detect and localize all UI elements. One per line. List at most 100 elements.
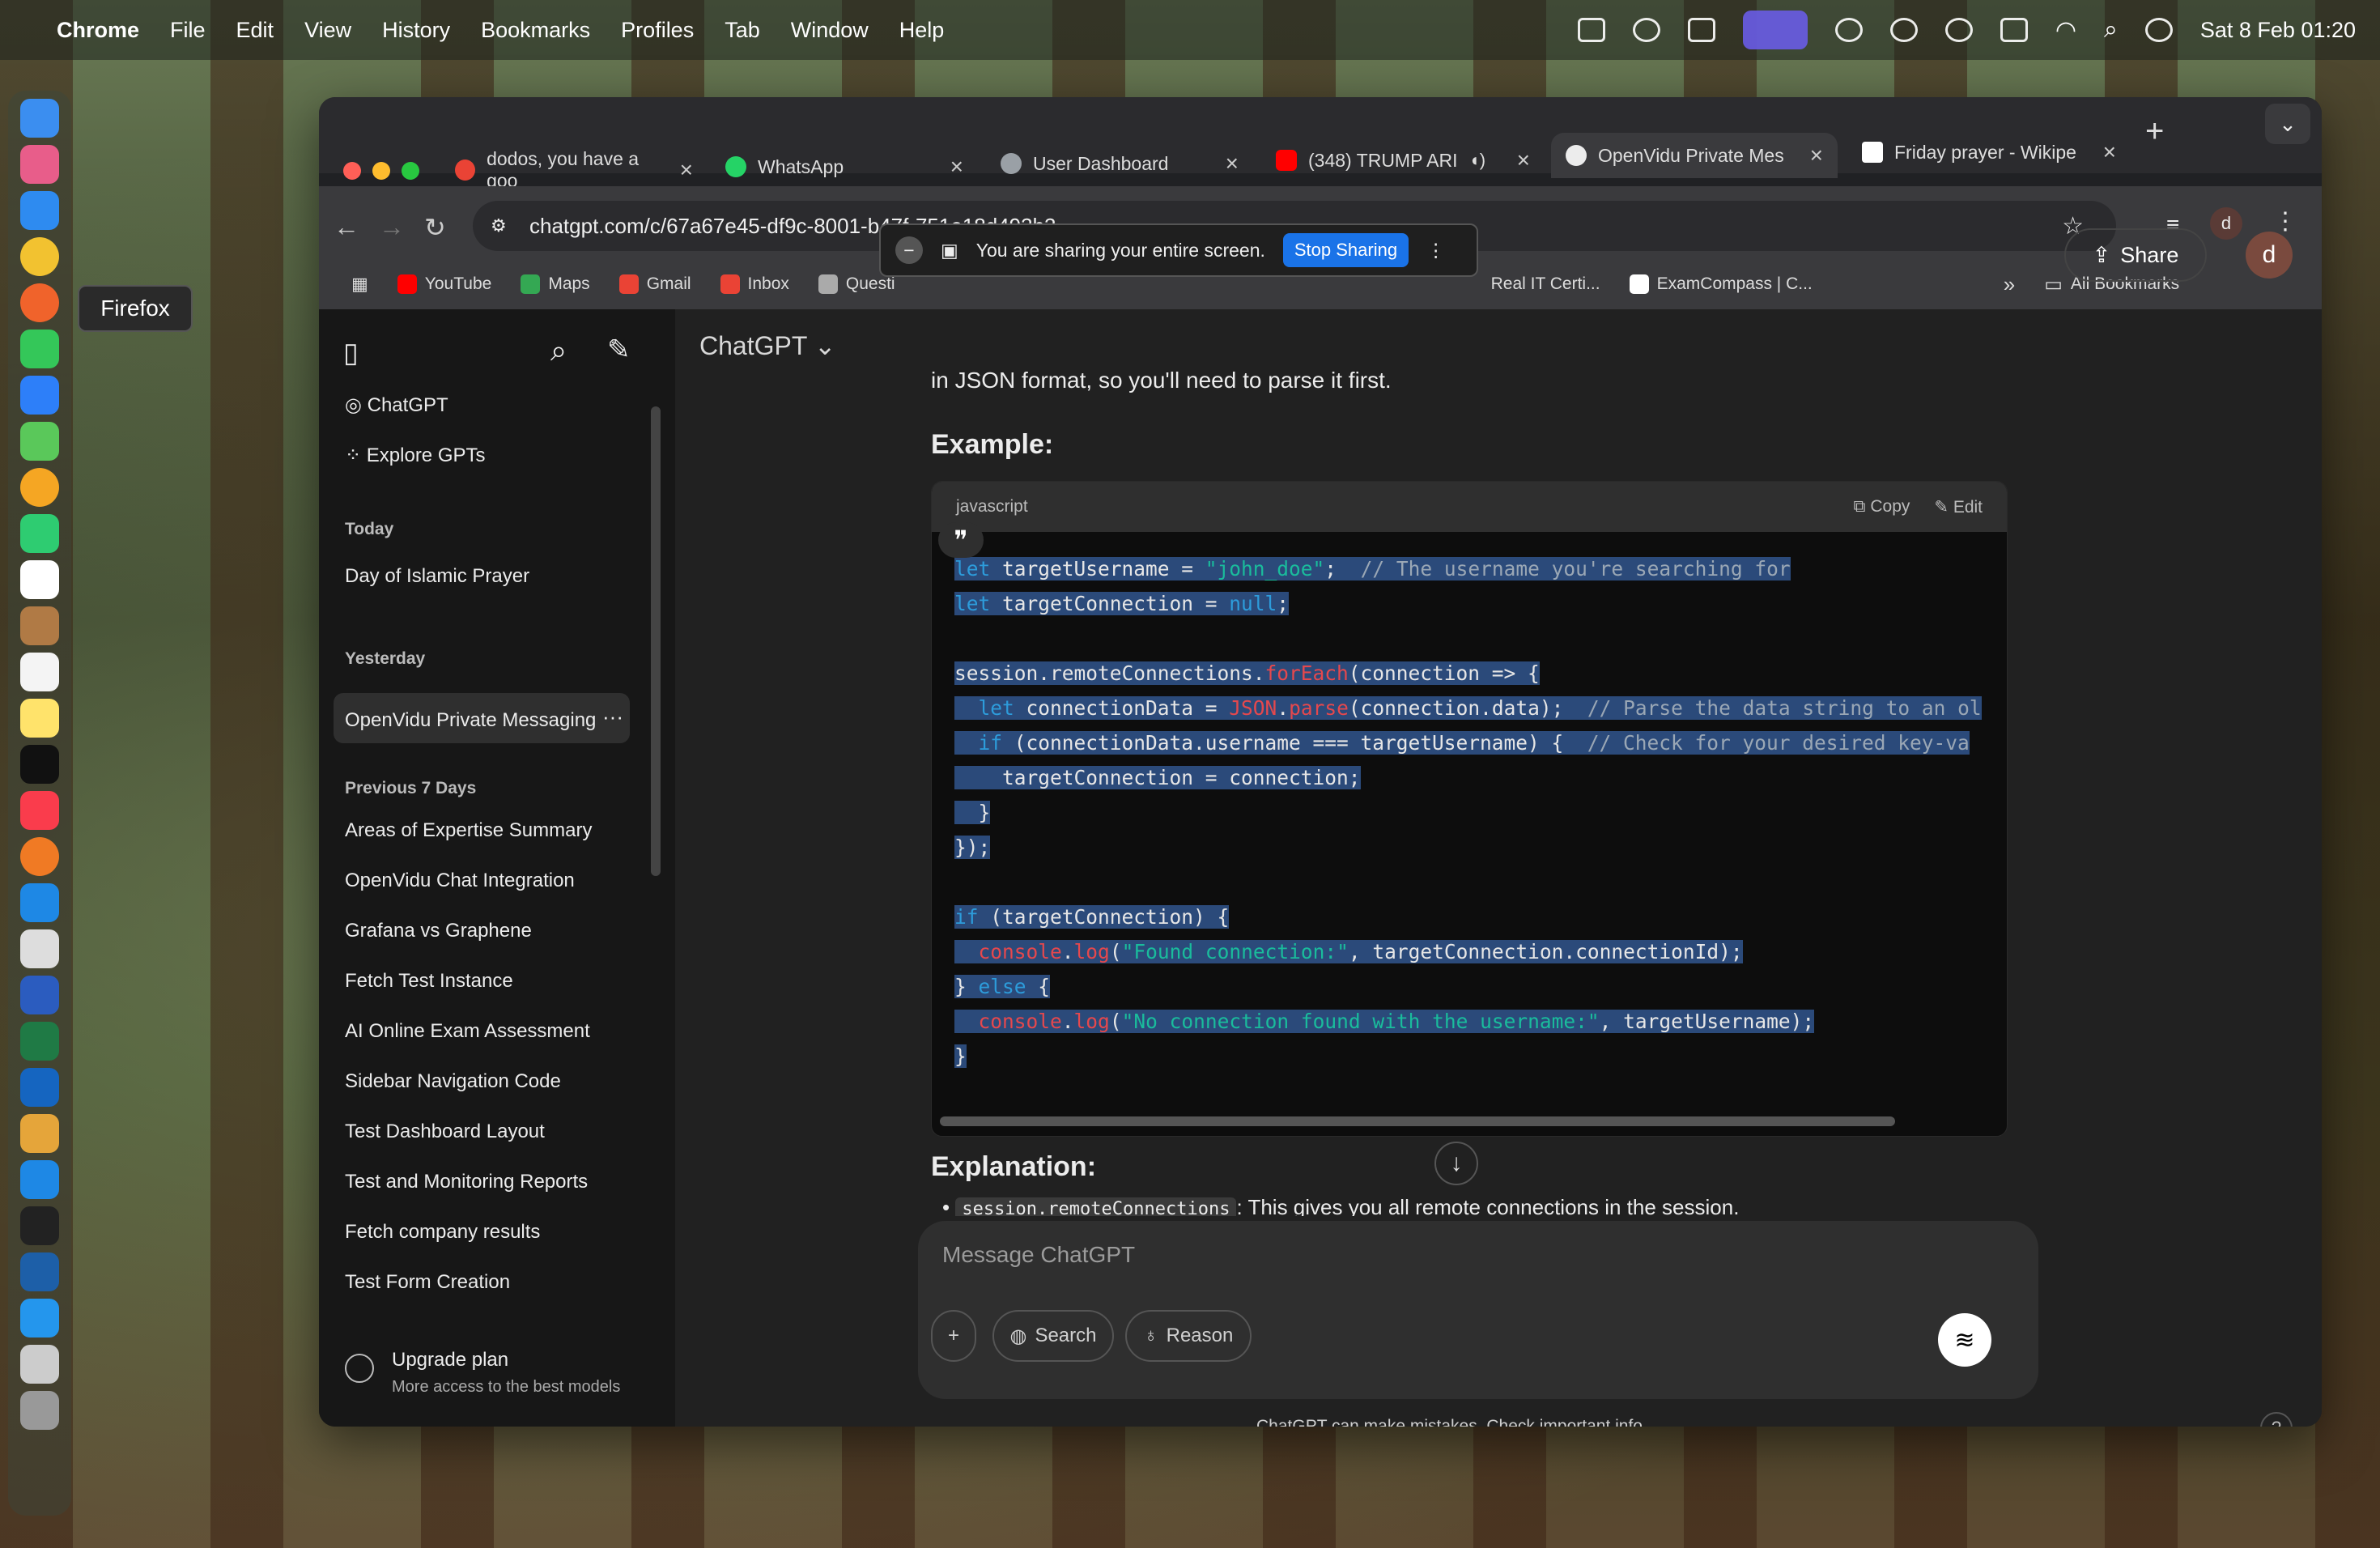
spotlight-search-icon[interactable]: ⌕: [2104, 16, 2118, 44]
chat-item[interactable]: Test and Monitoring Reports: [345, 1171, 588, 1193]
bookmark-youtube[interactable]: YouTube: [397, 274, 491, 294]
help-button[interactable]: ?: [2260, 1412, 2293, 1427]
close-tab-icon[interactable]: ×: [1810, 142, 1823, 168]
menu-tab[interactable]: Tab: [725, 18, 760, 43]
drag-handle-icon[interactable]: ⋮: [1426, 240, 1445, 262]
podcasts-icon[interactable]: [20, 837, 59, 876]
code-horizontal-scrollbar[interactable]: [940, 1116, 1895, 1126]
reminders-icon[interactable]: [20, 653, 59, 691]
safari-icon[interactable]: [20, 191, 59, 230]
menu-app-name[interactable]: Chrome: [57, 18, 139, 43]
vscode-icon[interactable]: [20, 1160, 59, 1199]
bookmark-examcompass[interactable]: ExamCompass | C...: [1629, 274, 1813, 294]
chat-item[interactable]: Grafana vs Graphene: [345, 920, 532, 942]
finder-icon[interactable]: [20, 99, 59, 138]
tab-user-dashboard[interactable]: User Dashboard ×: [986, 141, 1253, 186]
chat-item[interactable]: Fetch company results: [345, 1221, 540, 1244]
zoom-window-button[interactable]: [402, 162, 419, 180]
close-tab-icon[interactable]: ×: [1226, 151, 1239, 176]
mail-icon[interactable]: [20, 376, 59, 415]
play-icon[interactable]: [1944, 18, 1973, 42]
microphone-icon[interactable]: [1632, 18, 1660, 42]
minimize-window-button[interactable]: [372, 162, 390, 180]
user-avatar[interactable]: d: [2246, 232, 2293, 279]
close-tab-icon[interactable]: ×: [1517, 147, 1530, 173]
scroll-down-button[interactable]: ↓: [1434, 1142, 1478, 1185]
trash-icon[interactable]: [20, 1391, 59, 1430]
app-store-icon[interactable]: [20, 883, 59, 922]
close-tab-icon[interactable]: ×: [680, 157, 693, 183]
menu-profiles[interactable]: Profiles: [621, 18, 694, 43]
chat-item[interactable]: Test Form Creation: [345, 1271, 510, 1294]
menu-edit[interactable]: Edit: [236, 18, 274, 43]
sidebar-toggle-icon[interactable]: ▯: [343, 337, 359, 369]
chat-item[interactable]: AI Online Exam Assessment: [345, 1020, 590, 1043]
qt-creator-icon[interactable]: [20, 1252, 59, 1291]
upgrade-plan[interactable]: Upgrade plan More access to the best mod…: [345, 1346, 652, 1410]
chrome-icon[interactable]: [20, 237, 59, 276]
close-tab-icon[interactable]: ×: [950, 154, 963, 180]
menu-bookmarks[interactable]: Bookmarks: [481, 18, 590, 43]
bookmark-real-it[interactable]: Real IT Certi...: [1491, 274, 1600, 294]
bookmark-questi[interactable]: Questi: [818, 274, 895, 294]
wifi-icon[interactable]: ◠: [2055, 16, 2076, 45]
tab-wikipedia[interactable]: Friday prayer - Wikipe ×: [1847, 130, 2131, 175]
chat-options-icon[interactable]: ···: [602, 704, 623, 729]
voice-mode-button[interactable]: ≋: [1938, 1313, 1991, 1367]
preview-icon[interactable]: [20, 929, 59, 968]
battery-icon[interactable]: [2000, 18, 2028, 42]
search-button[interactable]: ◍ Search: [992, 1310, 1114, 1362]
camera-icon[interactable]: [1687, 18, 1715, 42]
menu-help[interactable]: Help: [899, 18, 945, 43]
headphones-icon[interactable]: [1889, 18, 1918, 42]
docker-icon[interactable]: [20, 1299, 59, 1337]
photos-icon[interactable]: [20, 468, 59, 507]
more-bookmarks-icon[interactable]: »: [2004, 272, 2015, 297]
firefox-icon[interactable]: [20, 283, 59, 322]
site-info-icon[interactable]: ⚙: [491, 215, 507, 236]
messages-icon[interactable]: [20, 330, 59, 368]
chat-item[interactable]: Areas of Expertise Summary: [345, 819, 592, 842]
edit-code-button[interactable]: ✎ Edit: [1934, 497, 1983, 517]
maps-icon[interactable]: [20, 422, 59, 461]
copy-code-button[interactable]: ⧉ Copy: [1854, 497, 1910, 517]
chat-item[interactable]: Fetch Test Instance: [345, 970, 513, 993]
contacts-icon[interactable]: [20, 606, 59, 645]
menu-file[interactable]: File: [170, 18, 206, 43]
speaker-icon[interactable]: ◖): [1468, 150, 1485, 171]
disk-icon[interactable]: [20, 1345, 59, 1384]
code-content[interactable]: let targetUsername = "john_doe"; // The …: [932, 532, 2007, 1074]
menu-window[interactable]: Window: [791, 18, 869, 43]
share-button[interactable]: ⇪ Share: [2064, 228, 2207, 282]
back-button[interactable]: ←: [334, 212, 359, 242]
weather-icon[interactable]: [1834, 18, 1863, 42]
chat-item[interactable]: OpenVidu Chat Integration: [345, 870, 575, 892]
tab-whatsapp[interactable]: WhatsApp ×: [711, 144, 978, 189]
excel-icon[interactable]: [20, 1022, 59, 1061]
profile-avatar[interactable]: d: [2210, 207, 2242, 240]
sidebar-scrollbar[interactable]: [651, 406, 661, 876]
chat-item[interactable]: Day of Islamic Prayer: [345, 565, 529, 588]
close-tab-icon[interactable]: ×: [2103, 139, 2116, 165]
kebab-menu-icon[interactable]: ⋮: [2273, 207, 2297, 236]
apple-tv-icon[interactable]: [20, 745, 59, 784]
launchpad-icon[interactable]: [20, 145, 59, 184]
notes-icon[interactable]: [20, 699, 59, 738]
minimize-banner-icon[interactable]: −: [895, 236, 923, 264]
reason-button[interactable]: ♁ Reason: [1125, 1310, 1252, 1362]
quote-selection-button[interactable]: ❞: [938, 522, 984, 558]
stop-sharing-button[interactable]: Stop Sharing: [1282, 233, 1409, 267]
sidebar-item-explore-gpts[interactable]: ⁘ Explore GPTs: [345, 444, 486, 467]
screen-share-status-icon[interactable]: [1577, 18, 1605, 42]
forward-button[interactable]: →: [379, 212, 405, 242]
apps-grid-icon[interactable]: ▦: [351, 274, 368, 295]
bookmark-maps[interactable]: Maps: [521, 274, 590, 294]
slack-icon[interactable]: [20, 1114, 59, 1153]
model-selector[interactable]: ChatGPT ⌄: [699, 330, 836, 361]
new-chat-icon[interactable]: ✎: [607, 334, 631, 366]
reload-button[interactable]: ↻: [424, 212, 446, 243]
calendar-icon[interactable]: [20, 560, 59, 599]
menu-history[interactable]: History: [382, 18, 450, 43]
search-icon[interactable]: ⌕: [550, 334, 567, 368]
close-window-button[interactable]: [343, 162, 361, 180]
